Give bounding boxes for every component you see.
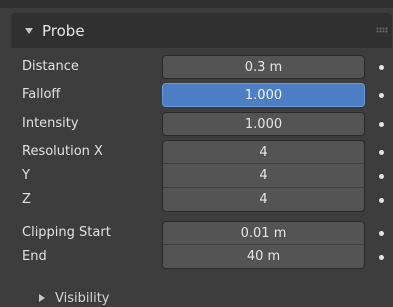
- resolution-x-field[interactable]: 4: [162, 140, 365, 164]
- expand-triangle-icon[interactable]: [39, 294, 45, 302]
- row-resolution-y: Y 4: [11, 164, 392, 188]
- distance-field[interactable]: 0.3 m: [162, 55, 365, 79]
- clipping-end-label: End: [22, 249, 47, 264]
- clipping-end-field[interactable]: 40 m: [162, 245, 365, 269]
- keyframe-dot-icon[interactable]: [379, 122, 384, 127]
- resolution-z-label: Z: [22, 192, 31, 207]
- row-distance: Distance 0.3 m: [11, 55, 392, 79]
- row-resolution-x: Resolution X 4: [11, 140, 392, 164]
- keyframe-dot-icon[interactable]: [379, 255, 384, 260]
- collapse-triangle-icon[interactable]: [25, 27, 33, 34]
- keyframe-dot-icon[interactable]: [379, 231, 384, 236]
- panel-title: Probe: [42, 21, 85, 40]
- keyframe-dot-icon[interactable]: [379, 174, 384, 179]
- resolution-z-field[interactable]: 4: [162, 188, 365, 212]
- row-resolution-z: Z 4: [11, 188, 392, 212]
- clipping-start-field[interactable]: 0.01 m: [162, 221, 365, 245]
- row-clipping-end: End 40 m: [11, 245, 392, 269]
- subpanel-visibility[interactable]: Visibility: [39, 289, 109, 307]
- intensity-label: Intensity: [22, 116, 79, 131]
- keyframe-dot-icon[interactable]: [379, 65, 384, 70]
- visibility-label: Visibility: [55, 290, 110, 306]
- clipping-start-label: Clipping Start: [22, 225, 111, 240]
- resolution-x-label: Resolution X: [22, 144, 103, 159]
- row-falloff: Falloff 1.000: [11, 83, 392, 107]
- probe-panel: Probe Distance 0.3 m Falloff 1.000 Inten…: [11, 8, 392, 307]
- resolution-y-label: Y: [22, 168, 30, 183]
- panel-header[interactable]: Probe: [11, 13, 392, 48]
- resolution-y-field[interactable]: 4: [162, 164, 365, 188]
- intensity-field[interactable]: 1.000: [162, 112, 365, 136]
- keyframe-dot-icon[interactable]: [379, 93, 384, 98]
- falloff-label: Falloff: [22, 87, 61, 102]
- row-intensity: Intensity 1.000: [11, 112, 392, 136]
- top-strip: [0, 0, 393, 8]
- distance-label: Distance: [22, 59, 79, 74]
- row-clipping-start: Clipping Start 0.01 m: [11, 221, 392, 245]
- keyframe-dot-icon[interactable]: [379, 150, 384, 155]
- drag-grip-icon[interactable]: [376, 27, 388, 33]
- falloff-field[interactable]: 1.000: [162, 83, 365, 107]
- keyframe-dot-icon[interactable]: [379, 198, 384, 203]
- panel-body: Distance 0.3 m Falloff 1.000 Intensity 1…: [11, 48, 392, 307]
